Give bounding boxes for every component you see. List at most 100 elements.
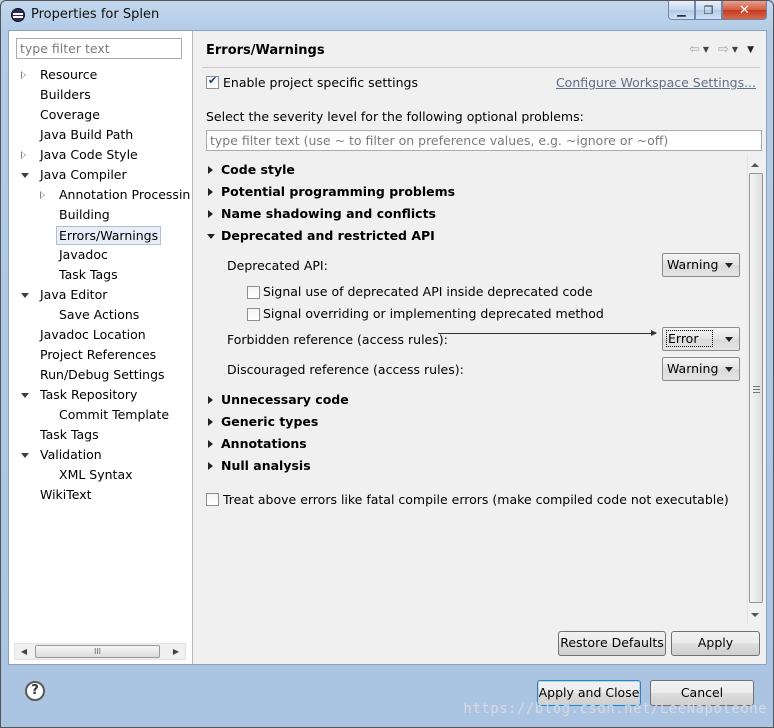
collapse-arrow-icon[interactable] <box>21 293 29 298</box>
tree-item[interactable]: Javadoc <box>9 245 193 265</box>
tree-item-label: Coverage <box>40 107 100 122</box>
tree-item-label: Project References <box>40 347 157 362</box>
treat-as-fatal-checkbox[interactable] <box>206 493 219 506</box>
help-icon[interactable]: ? <box>25 681 45 701</box>
tree-item[interactable]: Java Compiler <box>9 165 193 185</box>
chevron-down-icon <box>725 337 733 342</box>
collapse-arrow-icon[interactable] <box>21 173 29 178</box>
expand-arrow-icon[interactable] <box>208 462 213 470</box>
tree-item-label: Java Code Style <box>40 147 138 162</box>
expand-arrow-icon[interactable] <box>21 151 26 159</box>
problems-vertical-scrollbar[interactable] <box>747 154 764 624</box>
expand-arrow-icon[interactable] <box>208 440 213 448</box>
tree-item[interactable]: Task Tags <box>9 265 193 285</box>
tree-item-label: Task Repository <box>40 387 138 402</box>
expand-arrow-icon[interactable] <box>208 166 213 174</box>
tree-item[interactable]: Task Tags <box>9 425 193 445</box>
deprecated-api-combo[interactable]: Warning <box>662 253 740 277</box>
tree-item[interactable]: Validation <box>9 445 193 465</box>
scroll-down-icon[interactable] <box>751 613 759 617</box>
expand-arrow-icon[interactable] <box>208 188 213 196</box>
back-arrow-icon[interactable]: ⇦ <box>689 42 700 57</box>
tree-item[interactable]: XML Syntax <box>9 465 193 485</box>
tree-item[interactable]: Building <box>9 205 193 225</box>
properties-dialog: Properties for Splen ▁ ❐ ✕ Resource Build… <box>0 0 774 728</box>
header-separator <box>202 67 760 68</box>
tree-item[interactable]: Run/Debug Settings <box>9 365 193 385</box>
expand-arrow-icon[interactable] <box>21 71 26 79</box>
expand-arrow-icon[interactable] <box>208 210 213 218</box>
severity-prompt: Select the severity level for the follow… <box>206 109 584 124</box>
tree-item-label: Javadoc Location <box>40 327 146 342</box>
grip-icon <box>753 386 760 395</box>
page-filter-input[interactable] <box>16 38 182 59</box>
chevron-down-icon <box>725 367 733 372</box>
configure-workspace-link[interactable]: Configure Workspace Settings... <box>556 75 756 90</box>
title-bar[interactable]: Properties for Splen ▁ ❐ ✕ <box>1 1 773 29</box>
deprecated-api-value: Warning <box>667 257 719 272</box>
tree-item[interactable]: Java Editor <box>9 285 193 305</box>
restore-defaults-button[interactable]: Restore Defaults <box>558 631 666 656</box>
property-pages-pane: Resource Builders Coverage Java Build Path J… <box>9 31 193 664</box>
forbidden-reference-label: Forbidden reference (access rules): <box>227 332 448 347</box>
minimize-icon: ▁ <box>677 3 686 17</box>
maximize-button[interactable]: ❐ <box>695 1 722 20</box>
problem-filter-input[interactable] <box>206 130 762 151</box>
tree-item[interactable]: Javadoc Location <box>9 325 193 345</box>
problems-list: Code style Potential programming problem… <box>194 154 744 624</box>
collapse-arrow-icon[interactable] <box>207 234 215 239</box>
scroll-left-icon[interactable]: ◀ <box>17 646 31 658</box>
view-menu-icon[interactable]: ▼ <box>747 45 754 55</box>
tree-item[interactable]: Builders <box>9 85 193 105</box>
enable-project-settings-label: Enable project specific settings <box>223 75 418 90</box>
property-pages-tree: Resource Builders Coverage Java Build Path J… <box>9 65 193 505</box>
errors-warnings-page: Errors/Warnings ⇦ ▼ ⇨ ▼ ▼ Enable project… <box>194 31 766 664</box>
apply-button[interactable]: Apply <box>671 631 760 656</box>
expand-arrow-icon[interactable] <box>40 191 45 199</box>
tree-item-label: Run/Debug Settings <box>40 367 165 382</box>
collapse-arrow-icon[interactable] <box>21 453 29 458</box>
tree-item-label: Task Tags <box>40 427 99 442</box>
tree-item[interactable]: Errors/Warnings <box>9 225 193 245</box>
tree-item-label: Task Tags <box>59 267 118 282</box>
tree-item-label: XML Syntax <box>59 467 133 482</box>
forbidden-reference-combo[interactable]: Error <box>662 327 740 351</box>
scroll-thumb[interactable] <box>749 173 763 603</box>
tree-item[interactable]: Resource <box>9 65 193 85</box>
expand-arrow-icon[interactable] <box>208 396 213 404</box>
signal-overriding-deprecated-checkbox[interactable] <box>247 308 260 321</box>
tree-item[interactable]: Java Code Style <box>9 145 193 165</box>
minimize-button[interactable]: ▁ <box>668 1 695 20</box>
discouraged-reference-combo[interactable]: Warning <box>662 357 740 381</box>
close-button[interactable]: ✕ <box>722 1 767 20</box>
tree-item-label: Save Actions <box>59 307 140 322</box>
forward-dropdown-icon[interactable]: ▼ <box>732 45 738 54</box>
tree-item-label: Errors/Warnings <box>56 226 162 245</box>
tree-item-label: Building <box>59 207 110 222</box>
tree-item[interactable]: Commit Template <box>9 405 193 425</box>
scroll-up-icon[interactable] <box>751 163 759 167</box>
tree-item-label: Commit Template <box>59 407 170 422</box>
tree-item-label: Builders <box>40 87 91 102</box>
tree-item[interactable]: WikiText <box>9 485 193 505</box>
back-dropdown-icon[interactable]: ▼ <box>703 45 709 54</box>
annotation-arrow <box>438 330 657 336</box>
collapse-arrow-icon[interactable] <box>21 393 29 398</box>
tree-item[interactable]: Java Build Path <box>9 125 193 145</box>
tree-item[interactable]: Coverage <box>9 105 193 125</box>
dialog-content: Resource Builders Coverage Java Build Path J… <box>8 30 767 665</box>
expand-arrow-icon[interactable] <box>208 418 213 426</box>
signal-deprecated-inside-checkbox[interactable] <box>247 286 260 299</box>
enable-project-settings-checkbox[interactable] <box>206 74 219 89</box>
tree-item[interactable]: Save Actions <box>9 305 193 325</box>
tree-item[interactable]: Project References <box>9 345 193 365</box>
forward-arrow-icon[interactable]: ⇨ <box>718 42 729 57</box>
scroll-right-icon[interactable]: ▶ <box>169 646 183 658</box>
scroll-thumb[interactable]: III <box>35 645 160 658</box>
tree-horizontal-scrollbar[interactable]: ◀ III ▶ <box>14 643 186 660</box>
tree-item[interactable]: Task Repository <box>9 385 193 405</box>
tree-item[interactable]: Annotation Processin <box>9 185 193 205</box>
watermark: https://blog.csdn.net/LeeNapoleone <box>463 701 767 717</box>
signal-overriding-deprecated-label: Signal overriding or implementing deprec… <box>263 306 604 321</box>
tree-item-label: WikiText <box>40 487 92 502</box>
